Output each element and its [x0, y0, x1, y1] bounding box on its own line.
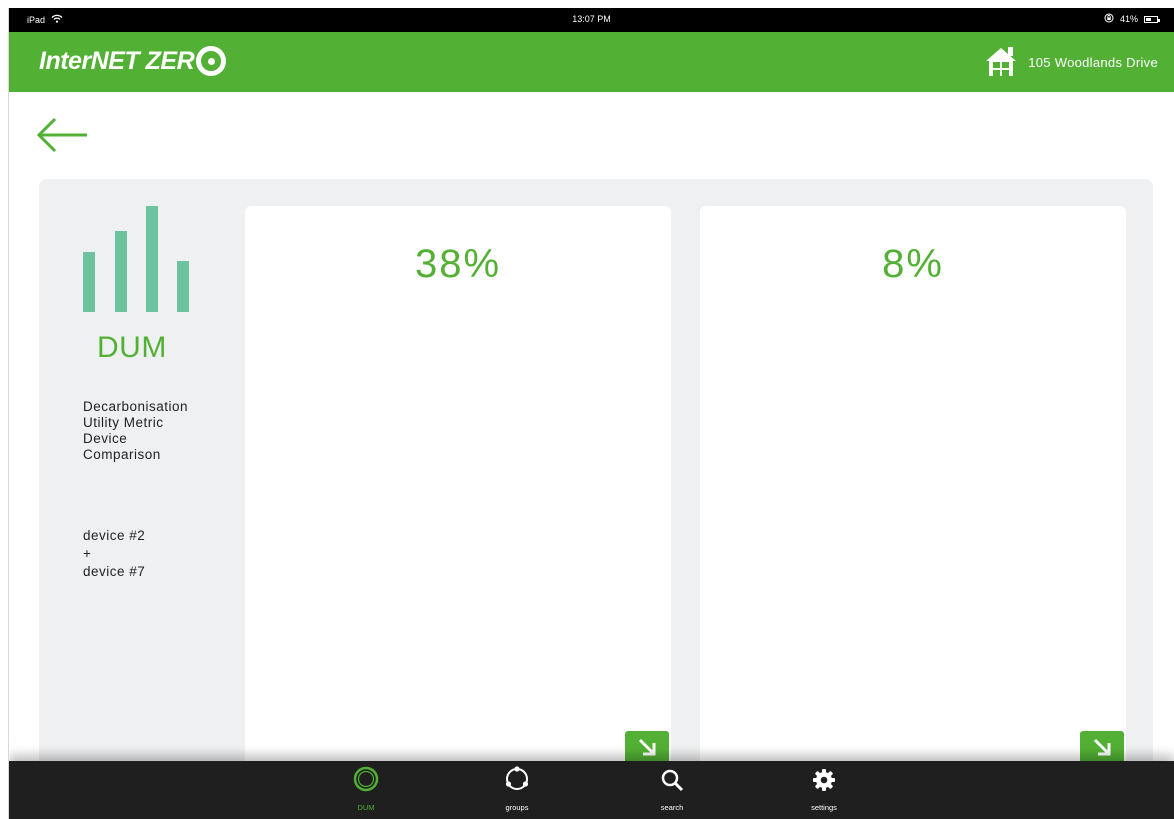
bar-chart-icon	[81, 204, 191, 312]
dum-title: DUM	[97, 331, 167, 364]
clock: 13:07 PM	[572, 14, 611, 24]
rotation-lock-icon	[1104, 13, 1114, 25]
tab-search[interactable]: search	[632, 761, 712, 819]
tab-dum[interactable]: DUM	[326, 761, 406, 819]
description-line: Device	[83, 431, 128, 446]
device-line: +	[83, 546, 92, 561]
device-list: device #2 + device #7	[83, 527, 145, 581]
expand-arrow-icon	[1092, 737, 1112, 762]
groups-icon	[504, 766, 530, 797]
arrow-left-icon	[35, 115, 89, 160]
comparison-panel: DUM Decarbonisation Utility Metric Devic…	[39, 179, 1153, 819]
tab-label: DUM	[357, 803, 375, 812]
description-line: Decarbonisation	[83, 399, 189, 414]
house-icon	[984, 44, 1018, 81]
dum-percent: 8%	[882, 242, 944, 286]
expand-arrow-icon	[637, 737, 657, 762]
description-line: Utility Metric	[83, 415, 164, 430]
tab-label: groups	[505, 803, 529, 812]
battery-icon	[1144, 15, 1160, 23]
app-header: InterNET ZER 105 Woodlands Drive	[9, 32, 1174, 92]
dum-percent: 38%	[414, 242, 502, 286]
status-bar: iPad 13:07 PM 41%	[9, 8, 1174, 32]
tab-bar: DUM groups search settings	[9, 761, 1174, 819]
battery-percent: 41%	[1119, 14, 1138, 24]
dum-description: Decarbonisation Utility Metric Device Co…	[83, 399, 188, 463]
device-line: device #2	[83, 528, 146, 543]
device-line: device #7	[83, 564, 146, 579]
description-line: Comparison	[83, 447, 161, 462]
app-logo[interactable]: InterNET ZER	[39, 46, 227, 76]
address-selector[interactable]: 105 Woodlands Drive	[984, 44, 1158, 81]
gear-icon	[812, 768, 836, 797]
device-card-2: 8%	[700, 206, 1126, 819]
address-label: 105 Woodlands Drive	[1028, 55, 1158, 70]
tab-settings[interactable]: settings	[784, 761, 864, 819]
tab-label: settings	[811, 803, 837, 812]
device-card-1: 38%	[245, 206, 671, 819]
tab-label: search	[660, 803, 684, 812]
ring-icon	[353, 766, 379, 797]
search-icon	[660, 768, 684, 797]
tab-groups[interactable]: groups	[477, 761, 557, 819]
logo-text: InterNET ZER	[39, 46, 195, 75]
back-button[interactable]	[35, 114, 91, 160]
logo-ring-icon	[196, 46, 227, 76]
app-window: iPad 13:07 PM 41% InterNET ZER 105 Woodl…	[8, 8, 1174, 819]
